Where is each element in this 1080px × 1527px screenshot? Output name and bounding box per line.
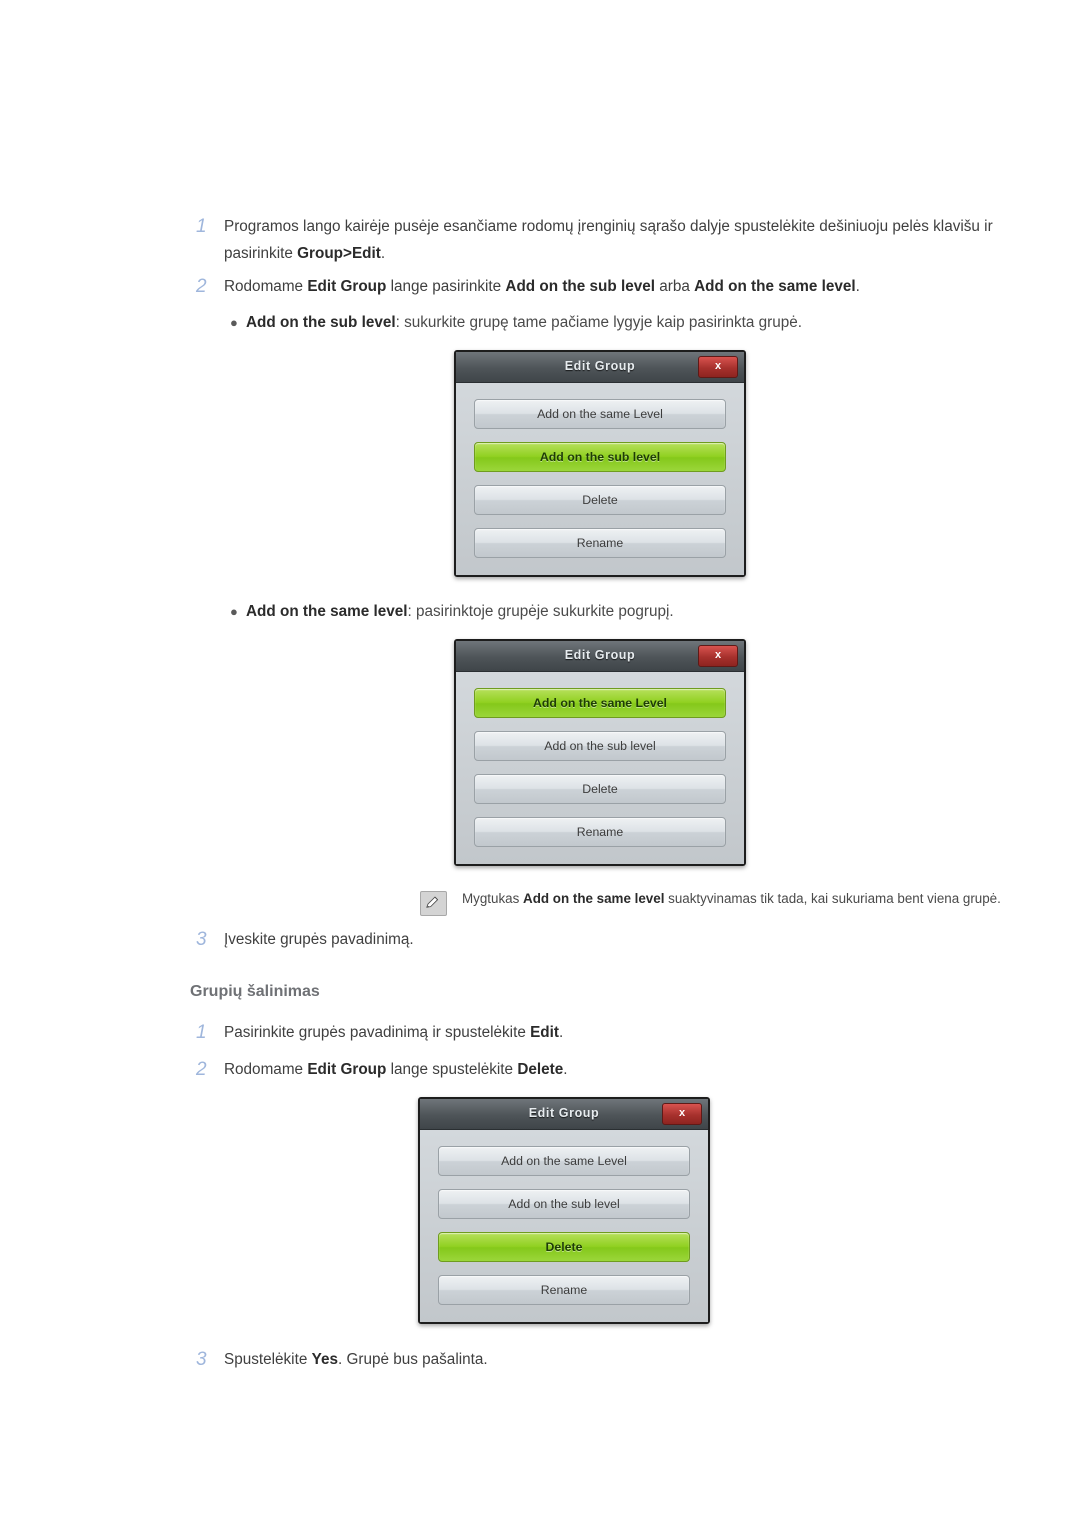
section-heading: Grupių šalinimas (190, 983, 320, 1000)
step-3: 3 Įveskite grupės pavadinimą. (190, 926, 1020, 953)
dialog-3-titlebar: Edit Group x (420, 1099, 708, 1130)
bullet-add-on-same-level-text: Add on the same level: pasirinktoje grup… (246, 603, 674, 620)
bullet-add-on-same-level: ● Add on the same level: pasirinktoje gr… (190, 599, 1020, 625)
dialog-3-button-add-same-level[interactable]: Add on the same Level (438, 1146, 690, 1176)
close-icon[interactable]: x (662, 1103, 702, 1125)
delete-step-2-number: 2 (196, 1059, 207, 1080)
step-2-number: 2 (196, 276, 207, 297)
dialog-2-titlebar: Edit Group x (456, 641, 744, 672)
bullet-add-on-sub-level-text: Add on the sub level: sukurkite grupę ta… (246, 314, 803, 331)
delete-step-2-text: Rodomame Edit Group lange spustelėkite D… (224, 1061, 568, 1078)
document-page: 1 Programos lango kairėje pusėje esančia… (0, 0, 1080, 1527)
note-pencil-icon (418, 890, 448, 916)
delete-step-1: 1 Pasirinkite grupės pavadinimą ir spust… (190, 1019, 1020, 1046)
dialog-3-body: Add on the same Level Add on the sub lev… (420, 1130, 708, 1322)
pencil-glyph (426, 896, 439, 908)
dialog-2-wrapper: Edit Group x Add on the same Level Add o… (190, 639, 1020, 866)
edit-group-dialog-1: Edit Group x Add on the same Level Add o… (454, 350, 746, 577)
note-text: Mygtukas Add on the same level suaktyvin… (462, 891, 1001, 906)
dialog-3-button-rename[interactable]: Rename (438, 1275, 690, 1305)
dialog-1-button-add-same-level[interactable]: Add on the same Level (474, 399, 726, 429)
dialog-2-button-delete[interactable]: Delete (474, 774, 726, 804)
dialog-2-button-add-same-level[interactable]: Add on the same Level (474, 688, 726, 718)
step-2: 2 Rodomame Edit Group lange pasirinkite … (190, 273, 1020, 300)
delete-step-3-text: Spustelėkite Yes. Grupė bus pašalinta. (224, 1351, 488, 1368)
bullet-icon: ● (230, 604, 238, 619)
close-icon[interactable]: x (698, 356, 738, 378)
bullet-add-on-sub-level: ● Add on the sub level: sukurkite grupę … (190, 310, 1020, 336)
close-icon[interactable]: x (698, 645, 738, 667)
delete-step-2: 2 Rodomame Edit Group lange spustelėkite… (190, 1056, 1020, 1083)
step-2-text: Rodomame Edit Group lange pasirinkite Ad… (224, 278, 860, 295)
dialog-1-titlebar: Edit Group x (456, 352, 744, 383)
step-3-number: 3 (196, 929, 207, 950)
dialog-2-body: Add on the same Level Add on the sub lev… (456, 672, 744, 864)
step-1: 1 Programos lango kairėje pusėje esančia… (190, 213, 1020, 267)
dialog-2-button-rename[interactable]: Rename (474, 817, 726, 847)
step-3-text: Įveskite grupės pavadinimą. (224, 931, 414, 948)
edit-group-dialog-3: Edit Group x Add on the same Level Add o… (418, 1097, 710, 1324)
step-1-text: Programos lango kairėje pusėje esančiame… (224, 218, 993, 262)
delete-step-3-number: 3 (196, 1349, 207, 1370)
page-content: 1 Programos lango kairėje pusėje esančia… (190, 213, 1020, 1379)
note-callout: Mygtukas Add on the same level suaktyvin… (190, 888, 1020, 916)
step-1-number: 1 (196, 216, 207, 237)
dialog-3-button-delete[interactable]: Delete (438, 1232, 690, 1262)
dialog-3-wrapper: Edit Group x Add on the same Level Add o… (190, 1097, 1020, 1324)
bullet-icon: ● (230, 315, 238, 330)
delete-step-1-text: Pasirinkite grupės pavadinimą ir spustel… (224, 1024, 564, 1041)
delete-step-1-number: 1 (196, 1022, 207, 1043)
delete-step-3: 3 Spustelėkite Yes. Grupė bus pašalinta. (190, 1346, 1020, 1373)
dialog-1-button-add-sub-level[interactable]: Add on the sub level (474, 442, 726, 472)
edit-group-dialog-2: Edit Group x Add on the same Level Add o… (454, 639, 746, 866)
dialog-1-body: Add on the same Level Add on the sub lev… (456, 383, 744, 575)
dialog-1-wrapper: Edit Group x Add on the same Level Add o… (190, 350, 1020, 577)
dialog-3-button-add-sub-level[interactable]: Add on the sub level (438, 1189, 690, 1219)
dialog-1-button-delete[interactable]: Delete (474, 485, 726, 515)
dialog-1-button-rename[interactable]: Rename (474, 528, 726, 558)
dialog-2-button-add-sub-level[interactable]: Add on the sub level (474, 731, 726, 761)
